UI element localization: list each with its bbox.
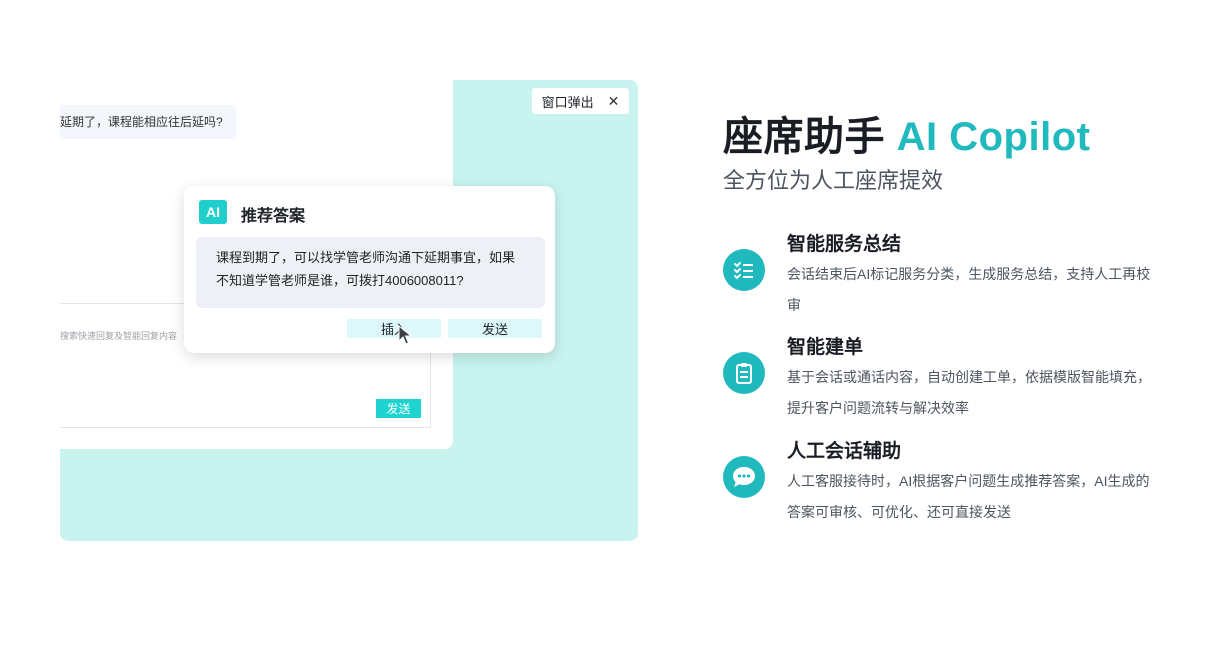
ai-badge-icon: AI xyxy=(199,200,227,224)
customer-message-bubble: 延期了，课程能相应往后延吗? xyxy=(60,105,236,139)
recommended-answer-title: 推荐答案 xyxy=(241,208,306,225)
feature-description: 基于会话或通话内容，自动创建工单，依据模版智能填充，提升客户问题流转与解决效率 xyxy=(787,369,1151,416)
recommended-answer-card: AI 推荐答案 课程到期了，可以找学管老师沟通下延期事宜，如果不知道学管老师是谁… xyxy=(184,186,555,353)
clipboard-icon xyxy=(723,352,765,394)
mouse-cursor-icon xyxy=(398,325,412,345)
window-popout-tab[interactable]: 窗口弹出 ✕ xyxy=(532,88,629,114)
feature-description: 会话结束后AI标记服务分类，生成服务总结，支持人工再校审 xyxy=(787,266,1151,313)
chat-bubble-icon xyxy=(723,456,765,498)
send-answer-button[interactable]: 发送 xyxy=(448,319,542,338)
feature-title: 智能建单 xyxy=(787,337,864,358)
checklist-icon xyxy=(723,249,765,291)
insert-button[interactable]: 插入 xyxy=(347,319,441,338)
recommended-answer-text: 课程到期了，可以找学管老师沟通下延期事宜，如果不知道学管老师是谁，可拨打4006… xyxy=(196,237,545,308)
title-main: 座席助手 xyxy=(723,115,885,159)
chat-send-button[interactable]: 发送 xyxy=(376,399,421,418)
customer-message-text: 延期了，课程能相应往后延吗? xyxy=(60,115,223,129)
page-subtitle: 全方位为人工座席提效 xyxy=(723,168,944,193)
feature-description: 人工客服接待时，AI根据客户问题生成推荐答案，AI生成的答案可审核、可优化、还可… xyxy=(787,473,1150,520)
title-accent: AI Copilot xyxy=(896,115,1091,159)
popout-label: 窗口弹出 xyxy=(541,94,594,110)
reply-input-placeholder: 搜索快速回复及智能回复内容 xyxy=(60,331,178,341)
feature-title: 智能服务总结 xyxy=(787,234,902,255)
page-title: 座席助手 AI Copilot xyxy=(723,104,1090,162)
feature-title: 人工会话辅助 xyxy=(787,441,902,462)
close-icon[interactable]: ✕ xyxy=(608,93,620,110)
